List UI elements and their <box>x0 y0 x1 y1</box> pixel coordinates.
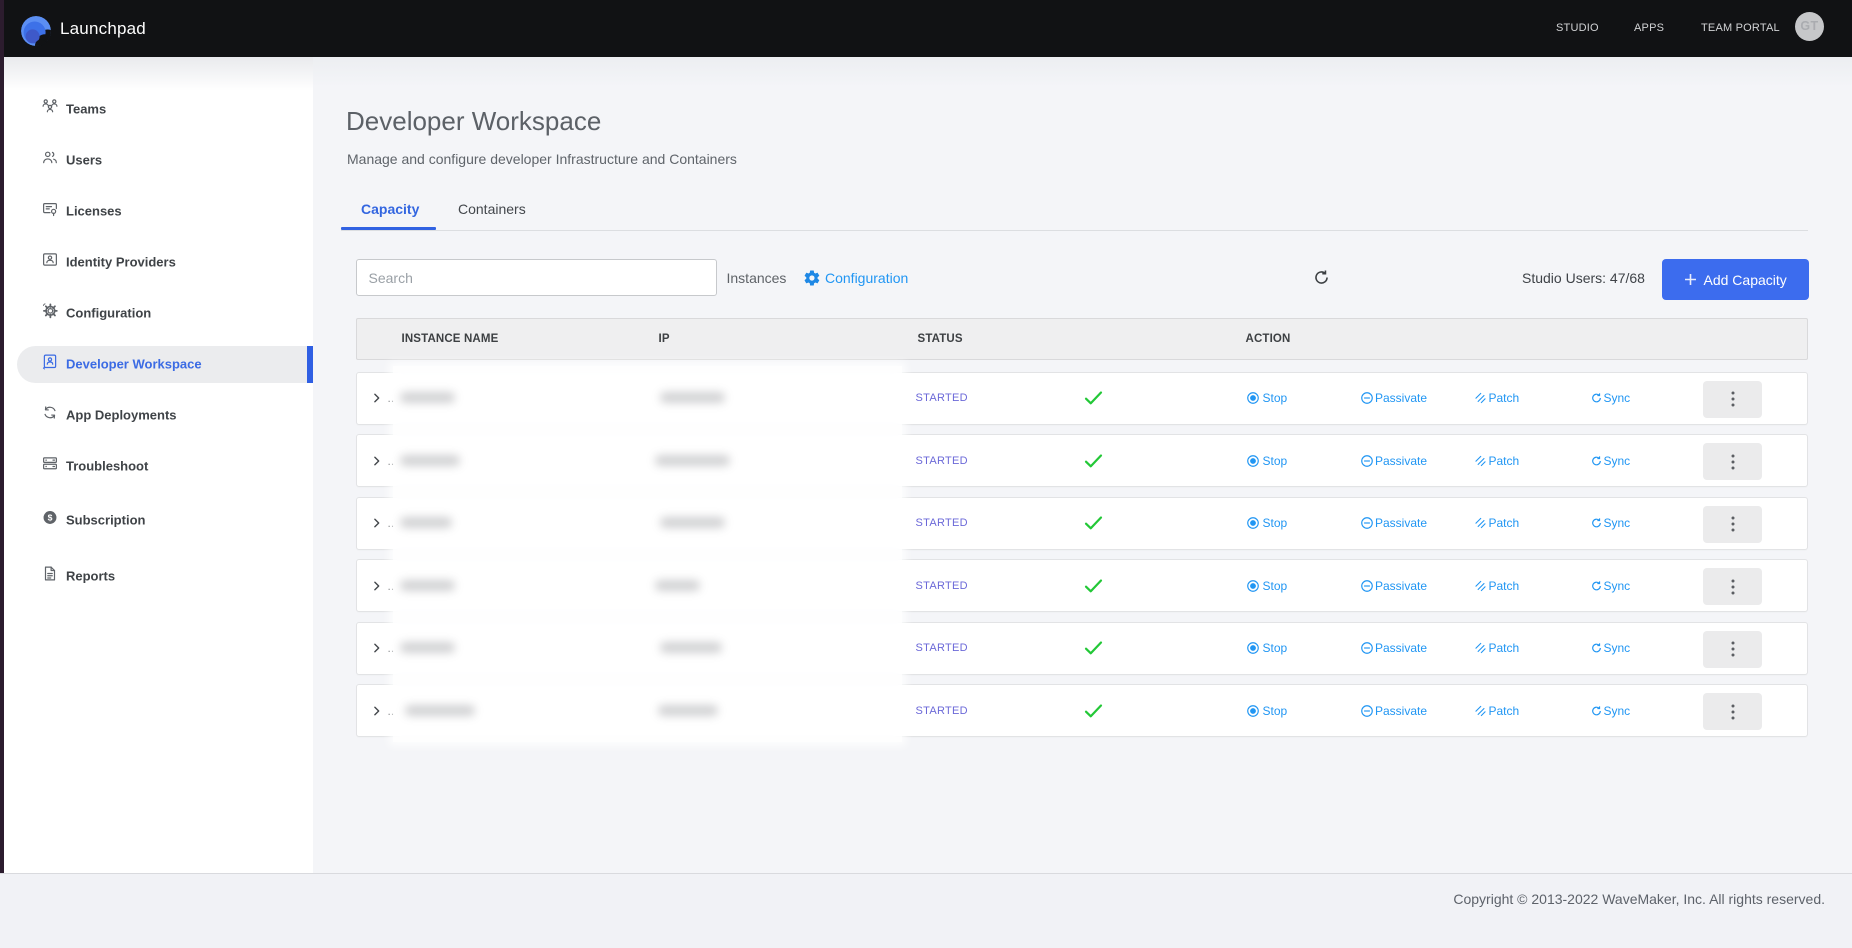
svg-text:$: $ <box>48 513 53 523</box>
